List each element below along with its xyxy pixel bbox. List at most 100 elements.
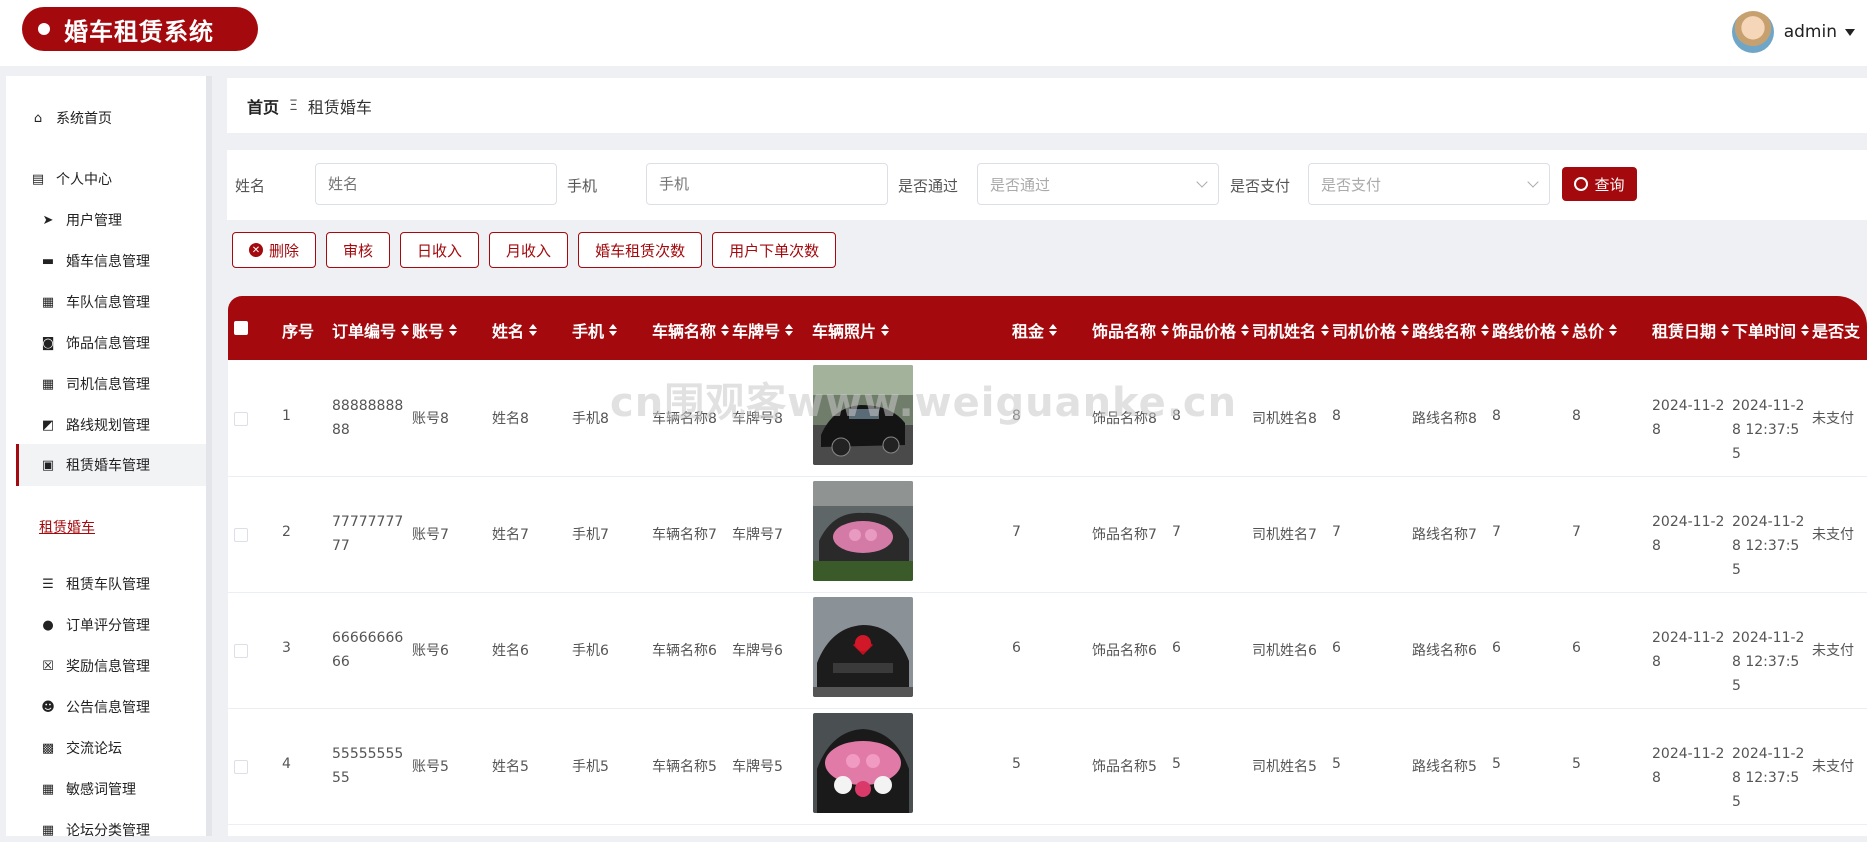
delete-button-label: 删除 [269,241,300,260]
column-header[interactable]: 总价 [1572,318,1618,342]
daily-income-button-label: 日收入 [417,241,463,260]
chevron-down-icon [1527,176,1539,188]
car-photo[interactable] [813,365,913,465]
approved-label: 是否通过 [898,177,959,195]
column-header[interactable]: 车辆名称 [652,318,730,342]
table-row[interactable]: 4 5555555555 账号5 姓名5 手机5 车辆名称5 车牌号5 5 饰品… [228,708,1867,825]
sidebar-item-personal-center[interactable]: ▤ 个人中心 [30,167,230,191]
person-icon: ☻ [41,699,55,715]
cell-rent: 5 [1012,756,1021,772]
cell-account: 账号7 [412,527,449,543]
cell-route-price: 5 [1492,756,1501,772]
search-panel: 姓名 手机 是否通过 是否通过 是否支付 是否支付 查询 [227,150,1867,220]
column-header[interactable]: 司机价格 [1332,318,1410,342]
cell-no: 2 [282,524,291,540]
user-order-count-button-label: 用户下单次数 [729,241,820,260]
avatar[interactable] [1731,11,1774,53]
daily-income-button[interactable]: 日收入 [400,232,480,268]
breadcrumb-separator: Ξ [289,97,298,114]
row-checkbox[interactable] [234,528,248,542]
row-checkbox[interactable] [234,760,248,774]
column-header[interactable]: 订单编号 [332,318,410,342]
app-title: 婚车租赁系统 [64,17,214,46]
cell-no: 4 [282,756,291,772]
cell-deco-price: 8 [1172,408,1181,424]
paid-select[interactable]: 是否支付 [1308,163,1550,205]
row-checkbox[interactable] [234,644,248,658]
column-header[interactable]: 序号 [282,318,314,342]
sort-icon [1721,324,1730,336]
cell-route-price: 6 [1492,640,1501,656]
cell-rent: 7 [1012,524,1021,540]
sidebar-item-home[interactable]: ⌂ 系统首页 [30,106,230,130]
cell-car: 车辆名称6 [652,643,717,659]
cell-car: 车辆名称5 [652,759,717,775]
sidebar-scrollbar[interactable] [206,76,212,836]
cell-time: 2024-11-28 12:37:55 [1732,398,1805,462]
rental-count-button[interactable]: 婚车租赁次数 [578,232,703,268]
column-header[interactable]: 账号 [412,318,458,342]
cell-date: 2024-11-28 [1652,398,1725,438]
cell-order: 6666666666 [332,630,404,670]
chevron-down-icon [1196,176,1208,188]
column-header[interactable]: 车牌号 [732,318,794,342]
cell-total: 6 [1572,640,1581,656]
cell-driver: 司机姓名8 [1252,411,1317,427]
grid-icon: ▦ [41,294,55,310]
cell-phone: 手机6 [572,643,609,659]
user-menu[interactable]: admin [1731,10,1855,54]
sort-icon [1481,324,1490,336]
column-header[interactable]: 车辆照片 [812,318,890,342]
sidebar-subitem-rental-car[interactable]: 租赁婚车 [39,517,95,537]
approved-select[interactable]: 是否通过 [977,163,1219,205]
phone-input[interactable] [646,163,888,205]
monthly-income-button[interactable]: 月收入 [489,232,569,268]
cell-deco-price: 7 [1172,524,1181,540]
cell-route: 路线名称5 [1412,759,1477,775]
select-all-checkbox[interactable] [234,321,248,335]
cell-phone: 手机5 [572,759,609,775]
user-order-count-button[interactable]: 用户下单次数 [712,232,837,268]
column-header[interactable]: 司机姓名 [1252,318,1330,342]
app-logo[interactable]: 婚车租赁系统 [22,7,258,51]
column-header[interactable]: 路线价格 [1492,318,1570,342]
car-photo[interactable] [813,481,913,581]
column-header[interactable]: 饰品名称 [1092,318,1170,342]
delete-button[interactable]: ✕ 删除 [232,232,317,268]
approved-select-placeholder: 是否通过 [990,175,1051,194]
sidebar-item-label: 奖励信息管理 [66,659,150,675]
sidebar-item-rental-car[interactable]: ▣ 租赁婚车管理 [16,444,206,486]
cell-total: 5 [1572,756,1581,772]
query-button[interactable]: 查询 [1562,167,1637,201]
cell-plate: 车牌号5 [732,759,783,775]
review-button[interactable]: 审核 [326,232,391,268]
sort-icon [1049,324,1058,336]
column-header[interactable]: 下单时间 [1732,318,1810,342]
column-header[interactable]: 姓名 [492,318,538,342]
sidebar-item-label: 饰品信息管理 [66,336,150,352]
caret-down-icon[interactable] [1845,28,1855,36]
table-row[interactable]: 1 8888888888 账号8 姓名8 手机8 车辆名称8 车牌号8 8 饰品… [228,360,1867,477]
breadcrumb-home[interactable]: 首页 [247,94,279,118]
cell-account: 账号6 [412,643,449,659]
column-header[interactable]: 是否支 [1812,318,1860,342]
row-checkbox[interactable] [234,412,248,426]
column-header[interactable]: 饰品价格 [1172,318,1250,342]
car-photo[interactable] [813,713,913,813]
table-row[interactable]: 2 7777777777 账号7 姓名7 手机7 车辆名称7 车牌号7 7 饰品… [228,476,1867,593]
column-header[interactable]: 路线名称 [1412,318,1490,342]
column-header[interactable]: 租金 [1012,318,1058,342]
cell-date: 2024-11-28 [1652,630,1725,670]
review-button-label: 审核 [343,241,374,260]
table-row[interactable]: 3 6666666666 账号6 姓名6 手机6 车辆名称6 车牌号6 6 饰品… [228,592,1867,709]
sidebar-item-label: 论坛分类管理 [66,823,150,839]
column-header[interactable]: 租赁日期 [1652,318,1730,342]
cell-order: 7777777777 [332,514,404,554]
sort-icon [1161,324,1170,336]
sidebar-item-label: 系统首页 [56,111,112,127]
pin-icon: ● [42,617,54,633]
cell-phone: 手机8 [572,411,609,427]
column-header[interactable]: 手机 [572,318,618,342]
name-input[interactable] [315,163,557,205]
car-photo[interactable] [813,597,913,697]
